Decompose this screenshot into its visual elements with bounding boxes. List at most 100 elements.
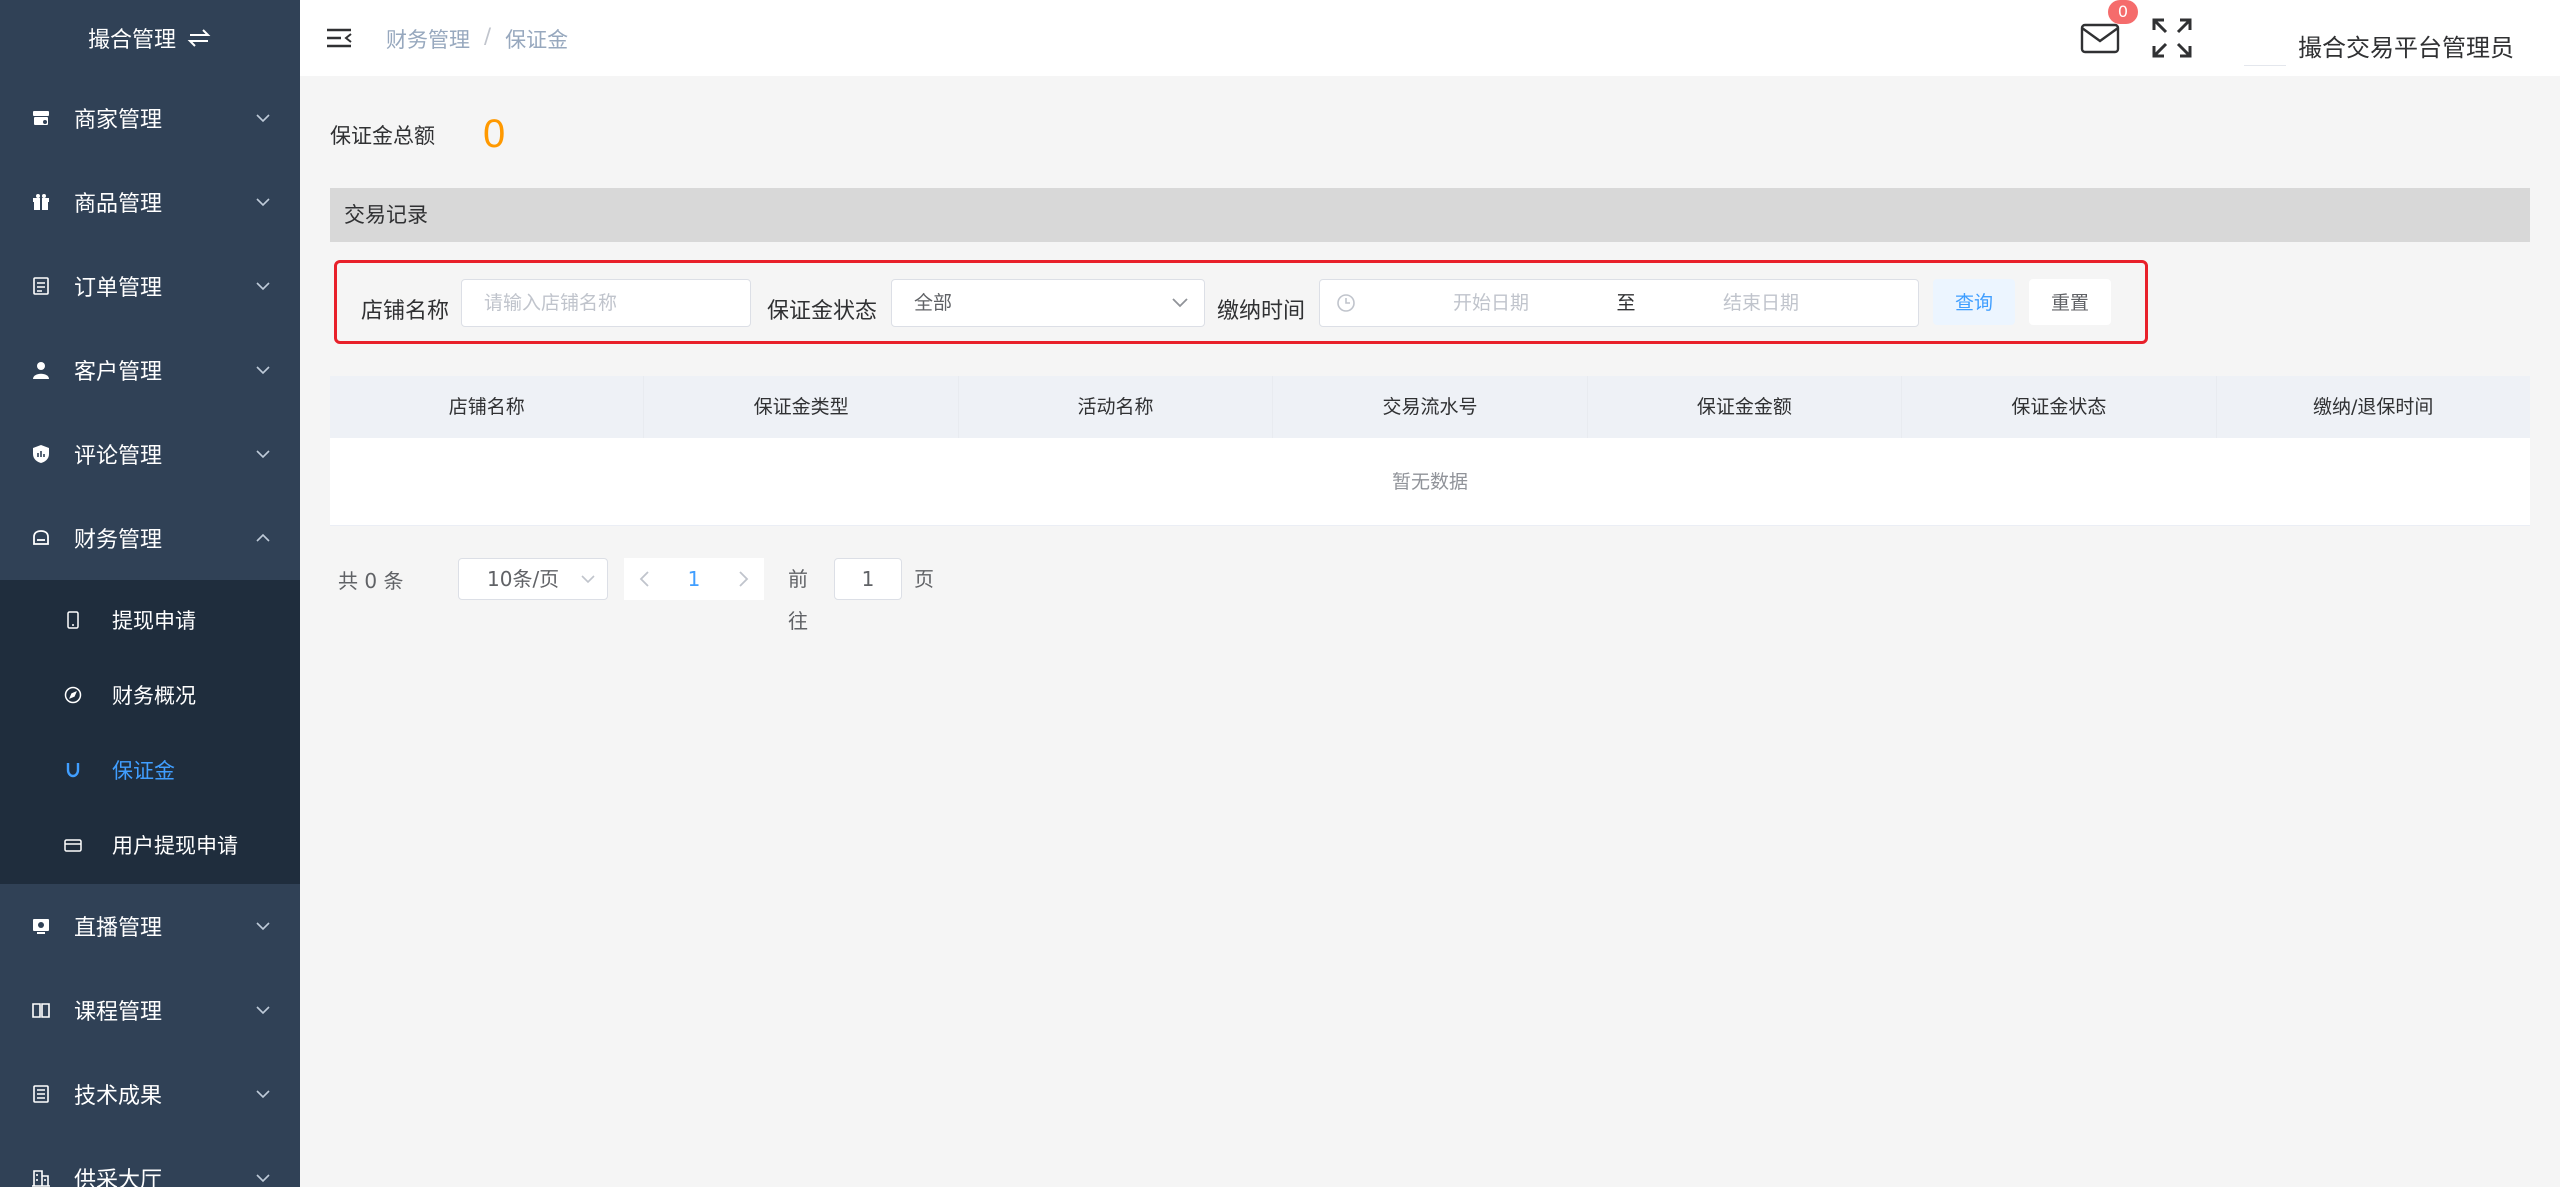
column-header[interactable]: 缴纳/退保时间 bbox=[2217, 376, 2530, 438]
transaction-table: 店铺名称 保证金类型 活动名称 交易流水号 保证金金额 保证金状态 缴纳/退保时… bbox=[330, 376, 2530, 526]
phone-icon bbox=[64, 610, 82, 629]
deposit-status-select[interactable]: 全部 bbox=[891, 279, 1205, 327]
sidebar-subitem-deposit[interactable]: 保证金 bbox=[0, 732, 300, 807]
store-icon bbox=[30, 107, 52, 129]
payment-time-label: 缴纳时间 bbox=[1217, 299, 1306, 324]
hamburger-icon[interactable] bbox=[326, 26, 352, 50]
sidebar-item-label: 商家管理 bbox=[74, 108, 163, 133]
live-icon bbox=[30, 915, 52, 937]
sidebar-item-customers[interactable]: 客户管理 bbox=[0, 328, 300, 412]
chevron-down-icon bbox=[256, 1006, 270, 1015]
sidebar-item-orders[interactable]: 订单管理 bbox=[0, 244, 300, 328]
sidebar-item-live[interactable]: 直播管理 bbox=[0, 884, 300, 968]
column-header[interactable]: 保证金类型 bbox=[644, 376, 959, 438]
sidebar-item-label: 财务管理 bbox=[74, 528, 163, 553]
chevron-down-icon bbox=[256, 198, 270, 207]
sidebar-subitem-overview[interactable]: 财务概况 bbox=[0, 657, 300, 732]
sidebar-subitem-withdraw[interactable]: 提现申请 bbox=[0, 582, 300, 657]
start-date-input[interactable]: 开始日期 bbox=[1376, 280, 1606, 326]
page-size-value: 10条/页 bbox=[487, 567, 560, 591]
goto-label: 前往 bbox=[788, 567, 808, 633]
app-logo[interactable]: 撮合管理 bbox=[0, 0, 300, 76]
chevron-down-icon bbox=[256, 1174, 270, 1183]
breadcrumb-separator: / bbox=[484, 24, 492, 48]
sidebar-item-finance[interactable]: 财务管理 bbox=[0, 496, 300, 580]
comment-shield-icon bbox=[30, 443, 52, 465]
chevron-down-icon bbox=[1172, 298, 1188, 308]
sidebar-subitem-label: 保证金 bbox=[112, 758, 175, 783]
table-header: 店铺名称 保证金类型 活动名称 交易流水号 保证金金额 保证金状态 缴纳/退保时… bbox=[330, 376, 2530, 438]
prev-page-button[interactable] bbox=[624, 558, 664, 600]
column-header[interactable]: 保证金金额 bbox=[1588, 376, 1903, 438]
sidebar-item-label: 直播管理 bbox=[74, 916, 163, 941]
deposit-total-label: 保证金总额 bbox=[330, 123, 435, 148]
page-suffix: 页 bbox=[914, 567, 934, 591]
pagination-total: 共 0 条 bbox=[338, 568, 404, 593]
sidebar-item-procurement[interactable]: 供采大厅 bbox=[0, 1136, 300, 1187]
chevron-down-icon bbox=[256, 114, 270, 123]
sidebar-item-courses[interactable]: 课程管理 bbox=[0, 968, 300, 1052]
chevron-down-icon bbox=[256, 1090, 270, 1099]
chevron-down-icon bbox=[256, 282, 270, 291]
magnet-icon bbox=[64, 761, 82, 779]
user-icon bbox=[30, 359, 52, 381]
sidebar-item-label: 课程管理 bbox=[74, 1000, 163, 1025]
chevron-down-icon bbox=[256, 366, 270, 375]
section-title: 交易记录 bbox=[330, 188, 2530, 242]
sidebar: 撮合管理 商家管理 商品管理 订单管理 客户管理 评论管理 财务管理 提现申请 … bbox=[0, 0, 300, 1187]
finance-icon bbox=[30, 527, 52, 549]
sidebar-item-comments[interactable]: 评论管理 bbox=[0, 412, 300, 496]
sidebar-subitem-user-withdraw[interactable]: 用户提现申请 bbox=[0, 807, 300, 882]
finance-submenu: 提现申请 财务概况 保证金 用户提现申请 bbox=[0, 580, 300, 884]
sidebar-item-label: 订单管理 bbox=[74, 276, 163, 301]
sidebar-item-label: 客户管理 bbox=[74, 360, 163, 385]
switch-icon[interactable] bbox=[186, 27, 212, 49]
chevron-right-icon bbox=[739, 571, 749, 587]
chevron-down-icon bbox=[256, 922, 270, 931]
document-icon bbox=[30, 275, 52, 297]
next-page-button[interactable] bbox=[724, 558, 764, 600]
sidebar-subitem-label: 提现申请 bbox=[112, 608, 196, 633]
date-range-separator: 至 bbox=[1616, 292, 1636, 314]
shop-name-label: 店铺名称 bbox=[361, 299, 450, 324]
deposit-status-value: 全部 bbox=[914, 292, 953, 314]
sidebar-item-label: 评论管理 bbox=[74, 444, 163, 469]
fullscreen-icon[interactable] bbox=[2150, 16, 2194, 60]
username[interactable]: 撮合交易平台管理员 bbox=[2298, 28, 2514, 63]
page-size-select[interactable]: 10条/页 bbox=[458, 558, 608, 600]
app-title: 撮合管理 bbox=[87, 28, 176, 53]
column-header[interactable]: 保证金状态 bbox=[1902, 376, 2217, 438]
sidebar-item-merchant[interactable]: 商家管理 bbox=[0, 76, 300, 160]
column-header[interactable]: 交易流水号 bbox=[1273, 376, 1588, 438]
end-date-input[interactable]: 结束日期 bbox=[1646, 280, 1876, 326]
date-range-picker[interactable]: 开始日期 至 结束日期 bbox=[1319, 279, 1919, 327]
avatar[interactable] bbox=[2244, 10, 2286, 66]
chevron-down-icon bbox=[256, 450, 270, 459]
building-icon bbox=[30, 1167, 52, 1187]
notification-badge: 0 bbox=[2108, 0, 2138, 24]
chevron-up-icon bbox=[256, 533, 270, 542]
reset-button[interactable]: 重置 bbox=[2029, 279, 2111, 325]
sidebar-item-tech[interactable]: 技术成果 bbox=[0, 1052, 300, 1136]
table-empty-text: 暂无数据 bbox=[330, 438, 2530, 526]
gift-icon bbox=[30, 191, 52, 213]
main-content: 保证金总额 0 交易记录 店铺名称 请输入店铺名称 保证金状态 全部 缴纳时间 … bbox=[300, 76, 2560, 1187]
sidebar-item-goods[interactable]: 商品管理 bbox=[0, 160, 300, 244]
book-icon bbox=[30, 999, 52, 1021]
goto-page-input[interactable]: 1 bbox=[834, 558, 902, 600]
column-header[interactable]: 活动名称 bbox=[959, 376, 1274, 438]
sidebar-subitem-label: 用户提现申请 bbox=[112, 833, 238, 858]
shop-name-input[interactable]: 请输入店铺名称 bbox=[461, 279, 751, 327]
deposit-total: 保证金总额 0 bbox=[330, 112, 505, 157]
breadcrumb-item-finance[interactable]: 财务管理 bbox=[386, 24, 470, 54]
mail-icon[interactable] bbox=[2080, 20, 2122, 56]
page-number-current[interactable]: 1 bbox=[664, 558, 724, 600]
clock-icon bbox=[1337, 294, 1355, 312]
sidebar-subitem-label: 财务概况 bbox=[112, 683, 196, 708]
query-button[interactable]: 查询 bbox=[1933, 279, 2015, 325]
column-header[interactable]: 店铺名称 bbox=[330, 376, 645, 438]
breadcrumb-item-deposit: 保证金 bbox=[505, 28, 569, 52]
breadcrumb: 财务管理 / 保证金 bbox=[386, 24, 568, 54]
chevron-down-icon bbox=[581, 575, 595, 584]
sidebar-item-label: 供采大厅 bbox=[74, 1168, 163, 1187]
